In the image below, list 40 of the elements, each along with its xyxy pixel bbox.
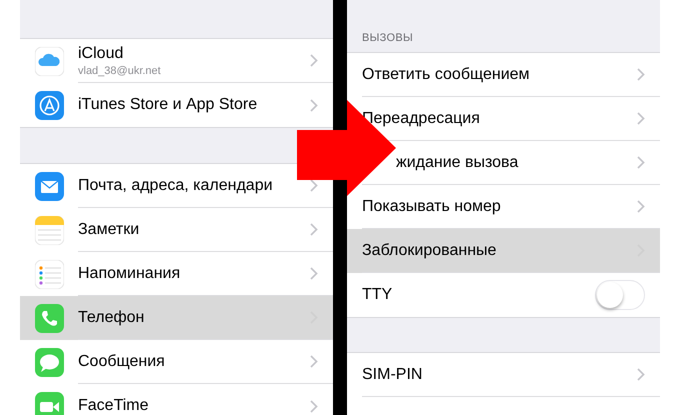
chevron-icon [637,200,645,213]
chevron-icon [310,54,318,67]
row-label: Ответить сообщением [362,66,530,84]
row-label: Напоминания [78,264,180,282]
row-label: Заметки [78,220,140,238]
speech-bubble-icon [35,348,64,376]
chevron-icon [637,68,645,81]
list-icon [35,260,64,288]
chevron-icon [310,355,318,368]
row-label: TTY [362,286,392,304]
envelope-icon [35,172,64,200]
chevron-icon [310,179,318,192]
account-email: vlad_38@ukr.net [78,64,161,76]
row-label: Почта, адреса, календари [78,176,273,194]
notes-icon [35,216,64,244]
row-label: SIM-PIN [362,366,422,384]
cloud-icon [35,46,64,76]
row-label: Телефон [78,308,144,326]
app-store-icon [35,90,64,120]
toggle-switch[interactable] [595,280,645,310]
settings-row[interactable]: Заблокированные [347,229,660,273]
row-label: Сообщения [78,352,165,370]
chevron-icon [637,368,645,381]
section-header: ВЫЗОВЫ [362,32,414,44]
chevron-icon [310,400,318,412]
chevron-icon [310,98,318,112]
row-label: FaceTime [78,397,149,415]
settings-row[interactable]: Телефон [20,296,333,340]
row-label: Заблокированные [362,242,496,260]
row-label: iCloud [78,44,124,62]
chevron-icon [310,223,318,236]
video-camera-icon [35,392,64,415]
row-label: Показывать номер [362,198,501,216]
phone-icon [35,304,64,332]
row-label: Переадресация [362,110,480,128]
chevron-icon [310,267,318,280]
chevron-icon [637,156,645,169]
chevron-icon [637,112,645,125]
row-label: iTunes Store и App Store [78,96,258,114]
row-label: жидание вызова [396,154,518,172]
